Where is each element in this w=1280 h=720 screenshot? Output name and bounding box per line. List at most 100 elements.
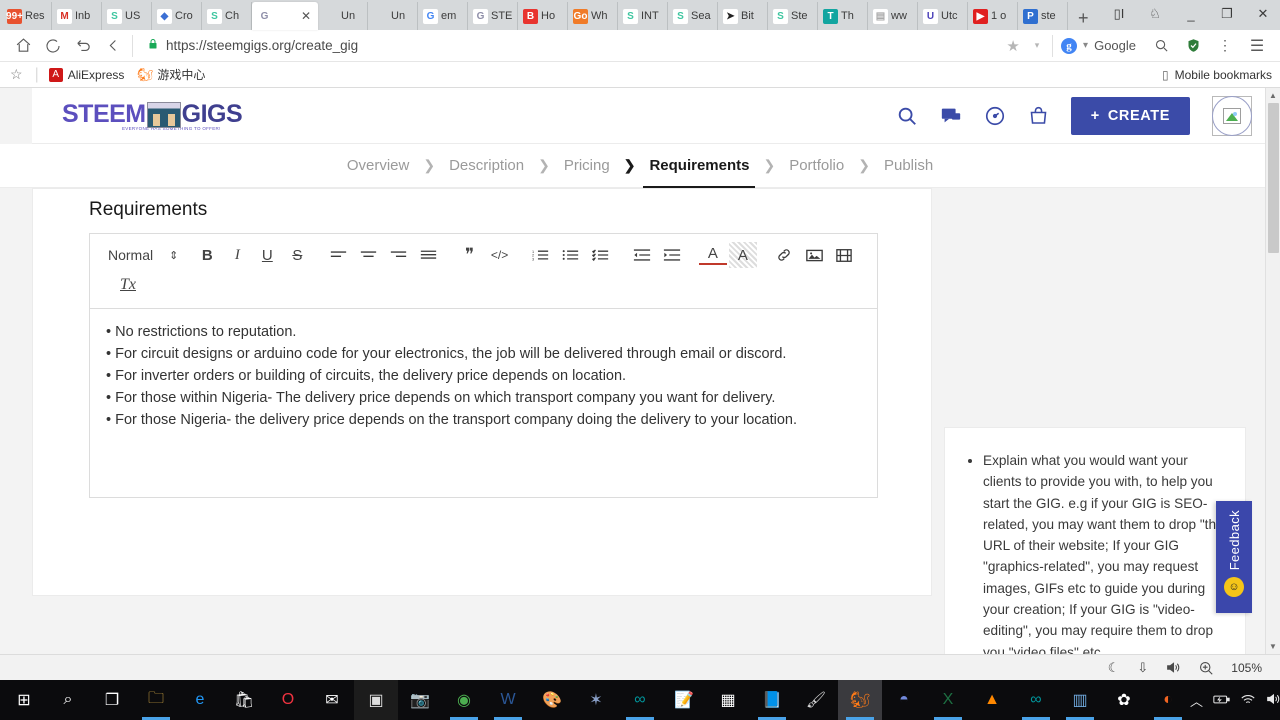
task-view-icon[interactable]: ❐ (90, 680, 134, 720)
browser-tab[interactable]: Un (318, 2, 368, 30)
browser-tab[interactable]: M Inb (52, 2, 102, 30)
messages-icon[interactable] (940, 105, 962, 127)
align-justify-button[interactable] (414, 242, 442, 268)
bookmark-aliexpress[interactable]: A AliExpress (45, 67, 129, 82)
mail-icon[interactable]: ✉ (310, 680, 354, 720)
browser-tab[interactable]: ◆ Cro (152, 2, 202, 30)
history-icon[interactable] (68, 31, 98, 61)
tray-chevron-icon[interactable]: ︿ (1190, 691, 1203, 710)
bold-button[interactable]: B (193, 242, 221, 268)
minimize-button[interactable]: _ (1174, 1, 1208, 27)
scroll-up-icon[interactable]: ▲ (1266, 88, 1280, 103)
opera-icon[interactable]: O (266, 680, 310, 720)
breadcrumb-step-overview[interactable]: Overview (333, 144, 424, 188)
sticky-notes-icon[interactable]: 📘 (750, 680, 794, 720)
search-icon[interactable] (1146, 31, 1176, 61)
align-right-button[interactable] (384, 242, 412, 268)
browser-tab[interactable]: ➤ Bit (718, 2, 768, 30)
menu-dots-icon[interactable]: ⋮ (1210, 31, 1240, 61)
editor-content[interactable]: • No restrictions to reputation. • For ci… (90, 309, 877, 497)
restore-button[interactable]: ❐ (1210, 1, 1244, 27)
browser-tab[interactable]: U Utc (918, 2, 968, 30)
microsoft-store-icon[interactable]: 🛍 (222, 680, 266, 720)
uc-downloader-icon[interactable]: ◐ (1146, 680, 1190, 720)
outdent-button[interactable] (628, 242, 656, 268)
settings-icon[interactable]: ✿ (1102, 680, 1146, 720)
feedback-tab[interactable]: Feedback ☺ (1216, 501, 1252, 613)
browser-tab[interactable]: G STE (468, 2, 518, 30)
calculator-icon[interactable]: ▦ (706, 680, 750, 720)
browser-tab[interactable]: S Sea (668, 2, 718, 30)
extension-button[interactable]: ♘ (1138, 1, 1172, 27)
ordered-list-button[interactable]: 123 (527, 242, 555, 268)
create-button[interactable]: + CREATE (1070, 96, 1190, 135)
bullet-list-button[interactable] (557, 242, 585, 268)
cast-button[interactable]: ▯I (1102, 1, 1136, 27)
provider-caret-icon[interactable]: ▾ (1083, 40, 1088, 51)
search-icon[interactable] (896, 105, 918, 127)
browser-tab[interactable]: S Ch (202, 2, 252, 30)
arduino-icon[interactable]: ∞ (618, 680, 662, 720)
reload-icon[interactable] (38, 31, 68, 61)
align-center-button[interactable] (354, 242, 382, 268)
paint-shop-icon[interactable]: 🎨 (530, 680, 574, 720)
bookmark-caret-icon[interactable]: ▾ (1030, 31, 1044, 61)
align-left-button[interactable] (324, 242, 352, 268)
bookmark-manager-icon[interactable]: ☆ (8, 66, 29, 83)
discord-icon[interactable]: ◓ (882, 680, 926, 720)
browser-tab[interactable]: G ✕ (252, 2, 318, 30)
shop-icon[interactable] (1028, 105, 1049, 127)
browser-tab[interactable]: Pste (1018, 2, 1068, 30)
wifi-icon[interactable] (1240, 693, 1256, 708)
address-bar[interactable]: https://steemgigs.org/create_gig (132, 34, 998, 57)
paint-icon[interactable]: 🖌 (794, 680, 838, 720)
bookmark-uc-games[interactable]: 🐿 游戏中心 (134, 66, 209, 83)
link-icon[interactable] (770, 242, 798, 268)
background-color-button[interactable]: A (728, 242, 757, 268)
browser-tab[interactable]: ▤ ww (868, 2, 918, 30)
bookmark-star-icon[interactable]: ★ (998, 31, 1028, 61)
proteus-icon[interactable]: ✶ (574, 680, 618, 720)
volume-icon[interactable] (1166, 661, 1181, 674)
text-color-button[interactable]: A (698, 245, 727, 265)
volume-tray-icon[interactable] (1266, 693, 1280, 708)
start-button[interactable]: ⊞ (2, 680, 46, 720)
download-icon[interactable]: ⇩ (1137, 660, 1148, 676)
user-avatar[interactable] (1212, 95, 1252, 136)
command-prompt-icon[interactable]: ▣ (354, 680, 398, 720)
blockquote-button[interactable]: ❞ (456, 242, 484, 268)
scrollbar-thumb[interactable] (1268, 103, 1279, 253)
italic-button[interactable]: I (223, 242, 251, 268)
tab-close-icon[interactable]: ✕ (301, 9, 313, 23)
format-select[interactable]: Normal ⇕ (108, 247, 192, 263)
hamburger-icon[interactable]: ☰ (1242, 31, 1272, 61)
zoom-in-icon[interactable] (1199, 661, 1213, 675)
breadcrumb-step-pricing[interactable]: Pricing (550, 144, 624, 188)
breadcrumb-step-portfolio[interactable]: Portfolio (775, 144, 858, 188)
arduino-ide-icon[interactable]: ∞ (1014, 680, 1058, 720)
search-taskbar-icon[interactable]: ⌕ (46, 680, 90, 720)
breadcrumb-step-publish[interactable]: Publish (870, 144, 947, 188)
browser-tab[interactable]: S Ste (768, 2, 818, 30)
new-tab-button[interactable]: + (1068, 9, 1099, 30)
movie-maker-icon[interactable]: ▥ (1058, 680, 1102, 720)
word-icon[interactable]: W (486, 680, 530, 720)
code-block-button[interactable]: </> (486, 242, 514, 268)
camera-icon[interactable]: 📷 (398, 680, 442, 720)
browser-tab[interactable]: Un (368, 2, 418, 30)
browser-tab[interactable]: 99+ Res (2, 2, 52, 30)
browser-tab[interactable]: T Th (818, 2, 868, 30)
chrome-icon[interactable]: ◉ (442, 680, 486, 720)
dashboard-icon[interactable] (984, 105, 1006, 127)
file-explorer-icon[interactable]: 🗀 (134, 680, 178, 720)
browser-tab[interactable]: S US (102, 2, 152, 30)
browser-tab[interactable]: B Ho (518, 2, 568, 30)
indent-button[interactable] (658, 242, 686, 268)
page-scrollbar[interactable]: ▲ ▼ (1265, 88, 1280, 654)
browser-tab[interactable]: S INT (618, 2, 668, 30)
scroll-down-icon[interactable]: ▼ (1266, 639, 1280, 654)
video-icon[interactable] (830, 242, 858, 268)
mobile-bookmarks-folder[interactable]: ▯ Mobile bookmarks (1162, 68, 1272, 82)
underline-button[interactable]: U (253, 242, 281, 268)
breadcrumb-step-requirements[interactable]: Requirements (635, 144, 763, 188)
